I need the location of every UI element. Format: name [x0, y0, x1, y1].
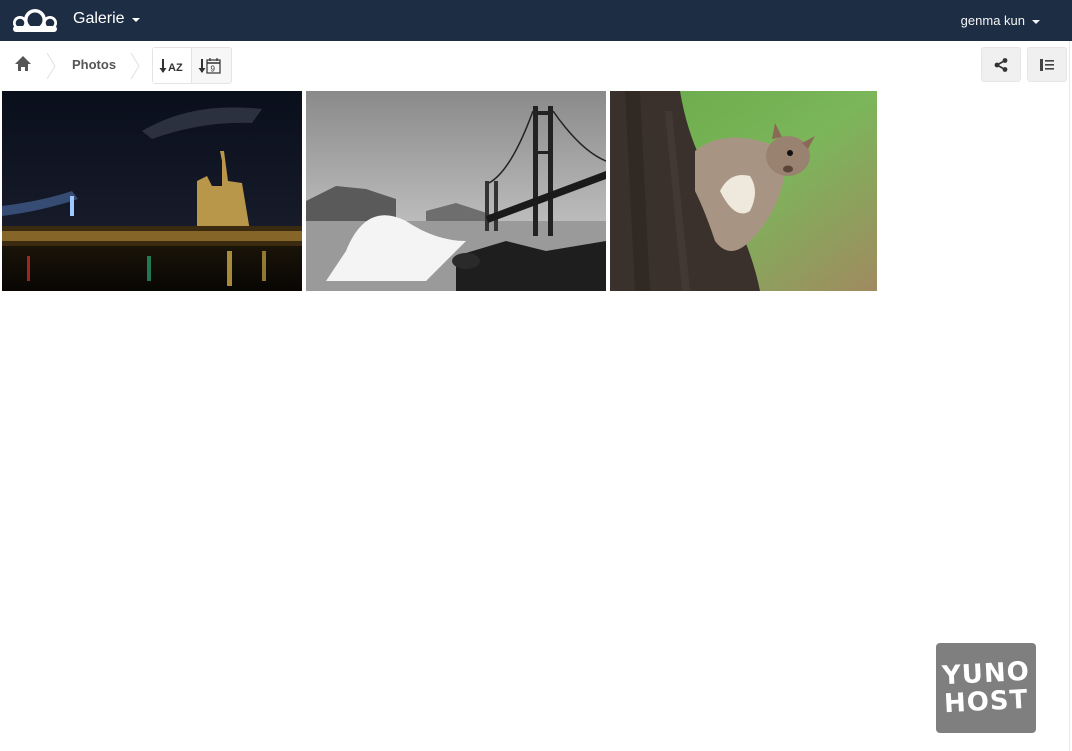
controls-bar: Photos AZ 9	[0, 41, 1069, 89]
yunohost-badge[interactable]: YUNO HOST	[936, 643, 1036, 733]
breadcrumb-home[interactable]	[10, 51, 36, 77]
app-name: Galerie	[73, 10, 125, 27]
share-button[interactable]	[981, 47, 1021, 82]
sort-alpha-icon: AZ	[159, 58, 183, 74]
sort-date-icon: 9	[198, 57, 221, 74]
photo-thumbnail-cathedral[interactable]	[2, 91, 302, 291]
caret-down-icon	[1032, 19, 1040, 24]
app-menu[interactable]: Galerie	[73, 10, 140, 28]
caret-down-icon	[131, 18, 140, 22]
share-icon	[994, 57, 1008, 72]
night-cathedral-photo	[2, 91, 302, 291]
sort-by-name-button[interactable]: AZ	[153, 48, 192, 83]
user-menu[interactable]: genma kun	[961, 13, 1040, 28]
photo-thumbnail-squirrel[interactable]	[610, 91, 877, 291]
sort-alpha-label: AZ	[168, 62, 183, 74]
top-header: Galerie genma kun	[0, 0, 1072, 41]
breadcrumb-item-photos[interactable]: Photos	[72, 57, 116, 72]
info-list-icon	[1040, 58, 1054, 71]
user-name: genma kun	[960, 13, 1025, 28]
breadcrumb-separator	[46, 53, 56, 79]
home-icon	[15, 56, 31, 71]
sort-date-label: 9	[211, 64, 216, 73]
photo-thumbnail-bridge[interactable]	[306, 91, 606, 291]
cloud-logo-icon[interactable]	[9, 4, 61, 36]
info-button[interactable]	[1027, 47, 1067, 82]
sort-controls: AZ 9	[152, 47, 232, 84]
sort-by-date-button[interactable]: 9	[192, 48, 230, 83]
golden-gate-bridge-photo	[306, 91, 606, 291]
badge-line-2: HOST	[943, 684, 1029, 720]
squirrel-photo	[610, 91, 877, 291]
page-border	[1069, 41, 1070, 751]
breadcrumb-separator	[130, 53, 140, 79]
